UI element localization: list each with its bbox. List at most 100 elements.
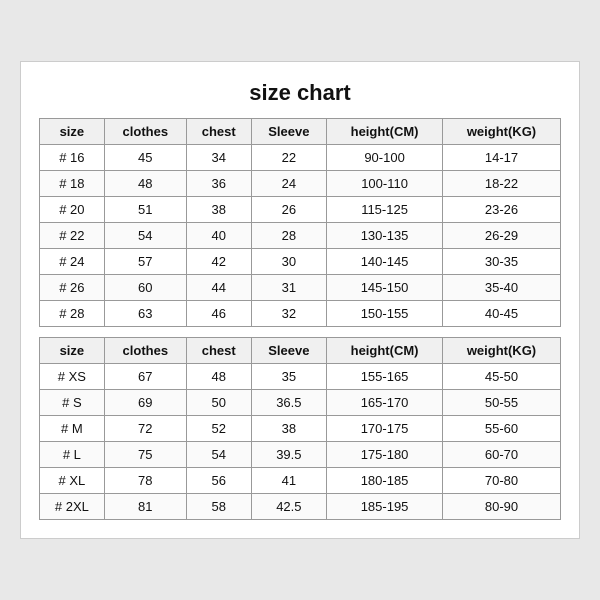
table-cell: 60-70 <box>442 442 560 468</box>
table-cell: 35-40 <box>442 275 560 301</box>
table-cell: 42.5 <box>251 494 327 520</box>
table-cell: # 16 <box>40 145 105 171</box>
table-cell: 46 <box>186 301 251 327</box>
table-cell: 14-17 <box>442 145 560 171</box>
table-cell: # 28 <box>40 301 105 327</box>
table-cell: 175-180 <box>327 442 443 468</box>
table-cell: 36.5 <box>251 390 327 416</box>
size-table-children: sizeclotheschestSleeveheight(CM)weight(K… <box>39 118 561 520</box>
table-cell: 145-150 <box>327 275 443 301</box>
table-cell: 30-35 <box>442 249 560 275</box>
column-header: chest <box>186 338 251 364</box>
table-cell: 81 <box>104 494 186 520</box>
table-cell: 69 <box>104 390 186 416</box>
table-cell: 165-170 <box>327 390 443 416</box>
table-cell: 130-135 <box>327 223 443 249</box>
table2-header-row: sizeclotheschestSleeveheight(CM)weight(K… <box>40 338 561 364</box>
table-cell: 31 <box>251 275 327 301</box>
table-cell: 42 <box>186 249 251 275</box>
table-cell: 52 <box>186 416 251 442</box>
column-header: height(CM) <box>327 338 443 364</box>
table-cell: 40-45 <box>442 301 560 327</box>
table-cell: 32 <box>251 301 327 327</box>
chart-title: size chart <box>39 80 561 106</box>
table-row: # 1645342290-10014-17 <box>40 145 561 171</box>
table-cell: 40 <box>186 223 251 249</box>
table-cell: 45 <box>104 145 186 171</box>
table-cell: 26 <box>251 197 327 223</box>
table-row: # 26604431145-15035-40 <box>40 275 561 301</box>
column-header: height(CM) <box>327 119 443 145</box>
table-cell: 39.5 <box>251 442 327 468</box>
table-row: # 24574230140-14530-35 <box>40 249 561 275</box>
table1-header-row: sizeclotheschestSleeveheight(CM)weight(K… <box>40 119 561 145</box>
table-cell: 72 <box>104 416 186 442</box>
table-row: # XL785641180-18570-80 <box>40 468 561 494</box>
table-cell: 180-185 <box>327 468 443 494</box>
table-cell: 90-100 <box>327 145 443 171</box>
column-header: weight(KG) <box>442 119 560 145</box>
table-cell: # 26 <box>40 275 105 301</box>
table-cell: 23-26 <box>442 197 560 223</box>
size-chart-card: size chart sizeclotheschestSleeveheight(… <box>20 61 580 539</box>
column-header: Sleeve <box>251 119 327 145</box>
table-row: # XS674835155-16545-50 <box>40 364 561 390</box>
table-cell: 38 <box>251 416 327 442</box>
table-cell: # XL <box>40 468 105 494</box>
table-cell: 54 <box>104 223 186 249</box>
table-cell: 48 <box>104 171 186 197</box>
table-row: # 22544028130-13526-29 <box>40 223 561 249</box>
table-cell: # 22 <box>40 223 105 249</box>
table-cell: 78 <box>104 468 186 494</box>
table-cell: 80-90 <box>442 494 560 520</box>
table-cell: # 2XL <box>40 494 105 520</box>
table-row: # 28634632150-15540-45 <box>40 301 561 327</box>
table-row: # L755439.5175-18060-70 <box>40 442 561 468</box>
table-cell: 45-50 <box>442 364 560 390</box>
column-header: clothes <box>104 338 186 364</box>
column-header: chest <box>186 119 251 145</box>
column-header: size <box>40 119 105 145</box>
table-cell: 50-55 <box>442 390 560 416</box>
table-cell: 55-60 <box>442 416 560 442</box>
column-header: clothes <box>104 119 186 145</box>
table-cell: 18-22 <box>442 171 560 197</box>
table-cell: 51 <box>104 197 186 223</box>
table-cell: # L <box>40 442 105 468</box>
table-cell: 35 <box>251 364 327 390</box>
table-cell: # M <box>40 416 105 442</box>
table-cell: 50 <box>186 390 251 416</box>
table-cell: 28 <box>251 223 327 249</box>
table-cell: # S <box>40 390 105 416</box>
table-row: # 20513826115-12523-26 <box>40 197 561 223</box>
table-cell: # 18 <box>40 171 105 197</box>
table-cell: 38 <box>186 197 251 223</box>
table-row: # 18483624100-11018-22 <box>40 171 561 197</box>
table-cell: 26-29 <box>442 223 560 249</box>
table-cell: 155-165 <box>327 364 443 390</box>
table-row: # M725238170-17555-60 <box>40 416 561 442</box>
table-cell: 22 <box>251 145 327 171</box>
table-cell: 67 <box>104 364 186 390</box>
table-cell: 100-110 <box>327 171 443 197</box>
table-cell: 63 <box>104 301 186 327</box>
table-cell: 36 <box>186 171 251 197</box>
table-cell: 48 <box>186 364 251 390</box>
table-cell: 57 <box>104 249 186 275</box>
table-cell: 54 <box>186 442 251 468</box>
table-cell: 115-125 <box>327 197 443 223</box>
table-row: # 2XL815842.5185-19580-90 <box>40 494 561 520</box>
table-cell: # 24 <box>40 249 105 275</box>
table-cell: 150-155 <box>327 301 443 327</box>
table-cell: 70-80 <box>442 468 560 494</box>
table-cell: 60 <box>104 275 186 301</box>
table-cell: 58 <box>186 494 251 520</box>
table-cell: 185-195 <box>327 494 443 520</box>
table-cell: 44 <box>186 275 251 301</box>
table-cell: 56 <box>186 468 251 494</box>
table-row: # S695036.5165-17050-55 <box>40 390 561 416</box>
table-cell: # XS <box>40 364 105 390</box>
table-spacer <box>40 327 561 338</box>
column-header: Sleeve <box>251 338 327 364</box>
table-cell: 170-175 <box>327 416 443 442</box>
